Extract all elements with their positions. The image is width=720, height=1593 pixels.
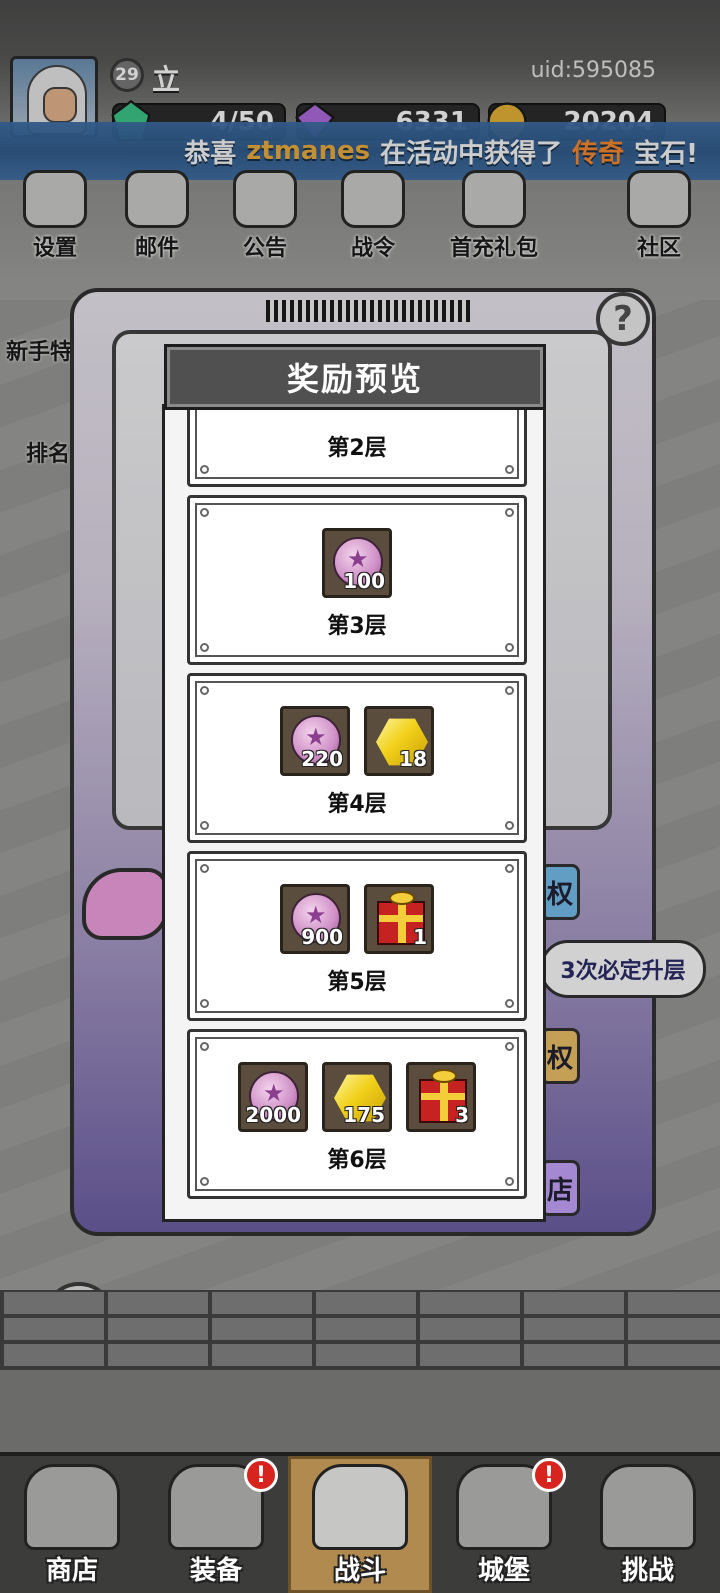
nav-tab-shop[interactable]: 商店	[0, 1456, 144, 1593]
bolt	[200, 999, 209, 1008]
bolt	[505, 508, 514, 517]
bolt	[200, 1177, 209, 1186]
reward-item-coin[interactable]: 2000	[238, 1062, 308, 1132]
item-quantity: 18	[399, 747, 427, 771]
item-quantity: 220	[301, 747, 343, 771]
bolt	[200, 1042, 209, 1051]
shop-icon	[24, 1464, 120, 1550]
brick-wall	[0, 1290, 720, 1370]
nav-tab-label: 城堡	[477, 1556, 530, 1586]
layer-name: 第6层	[327, 1148, 387, 1173]
nav-tab-label: 商店	[45, 1556, 98, 1586]
bolt	[200, 864, 209, 873]
gift-bow	[389, 891, 415, 905]
bolt	[505, 686, 514, 695]
item-quantity: 900	[301, 925, 343, 949]
reward-item-gift[interactable]: 1	[364, 884, 434, 954]
bolt	[505, 864, 514, 873]
item-quantity: 100	[343, 569, 385, 593]
bolt	[505, 821, 514, 830]
reward-item-coin[interactable]: 900	[280, 884, 350, 954]
reward-item-gift[interactable]: 3	[406, 1062, 476, 1132]
nav-tab-challenge[interactable]: 挑战	[576, 1456, 720, 1593]
reward-items: 900 1	[190, 884, 524, 956]
nav-tab-label: 装备	[189, 1556, 242, 1586]
notification-badge: !	[244, 1458, 278, 1492]
reward-items: 100	[190, 528, 524, 600]
layer-name: 第3层	[327, 614, 387, 639]
reward-items: 220 18	[190, 706, 524, 778]
reward-preview-dialog[interactable]: 第2层 100 第3层 220	[162, 404, 546, 1222]
reward-layer-2: 第2层	[187, 407, 527, 487]
reward-item-coin[interactable]: 100	[322, 528, 392, 598]
reward-layer-5: 900 1 第5层	[187, 851, 527, 1021]
bolt	[200, 465, 209, 474]
reward-layer-6: 2000 175 3 第6层	[187, 1029, 527, 1199]
bottom-nav: 商店 ! 装备 战斗 ! 城堡 挑战	[0, 1452, 720, 1593]
ground	[0, 1370, 720, 1460]
layer-name: 第5层	[327, 970, 387, 995]
bolt	[505, 999, 514, 1008]
nav-tab-label: 战斗	[333, 1556, 386, 1586]
reward-items: 2000 175 3	[190, 1062, 524, 1134]
notification-badge: !	[532, 1458, 566, 1492]
reward-item-gem[interactable]: 18	[364, 706, 434, 776]
crossed-swords-icon	[312, 1464, 408, 1550]
gift-bow	[431, 1069, 457, 1083]
item-quantity: 1	[413, 925, 427, 949]
reward-item-gem[interactable]: 175	[322, 1062, 392, 1132]
bolt	[505, 1042, 514, 1051]
item-quantity: 3	[455, 1103, 469, 1127]
reward-layer-3: 100 第3层	[187, 495, 527, 665]
shield-icon	[600, 1464, 696, 1550]
bolt	[505, 1177, 514, 1186]
item-quantity: 2000	[245, 1103, 301, 1127]
nav-tab-battle[interactable]: 战斗	[288, 1456, 432, 1593]
nav-tab-equipment[interactable]: ! 装备	[144, 1456, 288, 1593]
bolt	[200, 643, 209, 652]
bolt	[505, 465, 514, 474]
nav-tab-label: 挑战	[621, 1556, 674, 1586]
reward-layer-list[interactable]: 第2层 100 第3层 220	[187, 407, 527, 1207]
bolt	[200, 821, 209, 830]
layer-name: 第2层	[327, 436, 387, 461]
nav-tab-castle[interactable]: ! 城堡	[432, 1456, 576, 1593]
reward-item-coin[interactable]: 220	[280, 706, 350, 776]
layer-name: 第4层	[327, 792, 387, 817]
item-quantity: 175	[343, 1103, 385, 1127]
dialog-title: 奖励预览	[164, 344, 546, 410]
bolt	[200, 686, 209, 695]
reward-layer-4: 220 18 第4层	[187, 673, 527, 843]
bolt	[200, 508, 209, 517]
bolt	[505, 643, 514, 652]
